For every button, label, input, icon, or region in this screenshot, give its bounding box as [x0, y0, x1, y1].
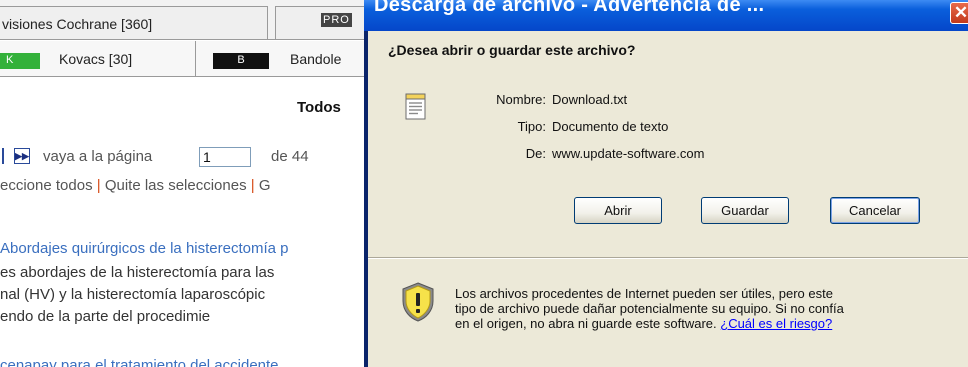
b-badge: B	[213, 53, 269, 69]
type-value: Documento de texto	[552, 119, 669, 134]
name-value: Download.txt	[552, 92, 628, 107]
k-badge: K	[0, 53, 40, 69]
result-title-link[interactable]: Abordajes quirúrgicos de la histerectomí…	[0, 240, 289, 257]
from-value: www.update-software.com	[552, 146, 705, 161]
next-page-icon[interactable]: ▶▶	[14, 148, 30, 164]
type-label: Tipo:	[517, 119, 546, 134]
pager-edge	[2, 148, 8, 164]
tab-cochrane-reviews[interactable]: visiones Cochrane [360]	[0, 6, 268, 40]
select-all-link[interactable]: eccione todos	[0, 177, 93, 194]
clear-selection-link[interactable]: Quite las selecciones	[105, 177, 247, 194]
cancel-button[interactable]: Cancelar	[830, 197, 920, 224]
pro-badge: PRO	[321, 13, 352, 27]
tab-row-primary: visiones Cochrane [360] PRO	[0, 0, 405, 40]
next-result-title-link[interactable]: cenapay para el tratamiento del accident…	[0, 357, 279, 367]
page-count: de 44	[271, 148, 309, 165]
tab-kovacs[interactable]: Kovacs [30]	[59, 51, 132, 67]
risk-link[interactable]: ¿Cuál es el riesgo?	[720, 316, 832, 331]
dialog-divider	[368, 257, 968, 259]
dialog-body: ¿Desea abrir o guardar este archivo? Nom…	[368, 31, 968, 367]
dialog-titlebar[interactable]: Descarga de archivo - Advertencia de ...…	[364, 0, 968, 31]
warning-line-with-link: en el origen, no abra ni guarde este sof…	[455, 316, 935, 331]
result-snippet-line: endo de la parte del procedimie	[0, 308, 211, 325]
name-label: Nombre:	[496, 92, 546, 107]
save-button[interactable]: Guardar	[701, 197, 789, 224]
warning-line: en el origen, no abra ni guarde este sof…	[455, 316, 717, 331]
open-button[interactable]: Abrir	[574, 197, 662, 224]
result-snippet-line: es abordajes de la histerectomía para la…	[0, 264, 275, 281]
goto-page-label: vaya a la página	[43, 148, 153, 165]
results-heading: Todos	[297, 99, 341, 116]
page-number-input[interactable]	[199, 147, 251, 167]
separator-bar: |	[250, 177, 255, 194]
separator-bar: |	[96, 177, 101, 194]
security-warning: Los archivos procedentes de Internet pue…	[455, 286, 935, 331]
close-icon[interactable]: ✕	[950, 2, 968, 24]
dialog-title: Descarga de archivo - Advertencia de ...	[374, 0, 765, 16]
dialog-question: ¿Desea abrir o guardar este archivo?	[388, 42, 636, 58]
security-shield-icon	[402, 282, 434, 322]
result-snippet-line: nal (HV) y la histerectomía laparoscópic	[0, 286, 266, 303]
warning-line: Los archivos procedentes de Internet pue…	[455, 286, 833, 301]
file-download-dialog: Descarga de archivo - Advertencia de ...…	[364, 0, 968, 367]
from-label: De:	[525, 146, 546, 161]
tab-bandolier[interactable]: Bandole	[290, 51, 341, 67]
tab-cochrane-label: visiones Cochrane [360]	[2, 16, 153, 32]
tab-row-secondary: K Kovacs [30] B Bandole	[0, 41, 400, 77]
warning-line: tipo de archivo puede dañar potencialmen…	[455, 301, 844, 316]
selection-links: eccione todos | Quite las selecciones | …	[0, 177, 271, 194]
more-link[interactable]: G	[259, 177, 271, 194]
text-file-icon	[405, 93, 426, 120]
tab-separator	[195, 41, 196, 77]
